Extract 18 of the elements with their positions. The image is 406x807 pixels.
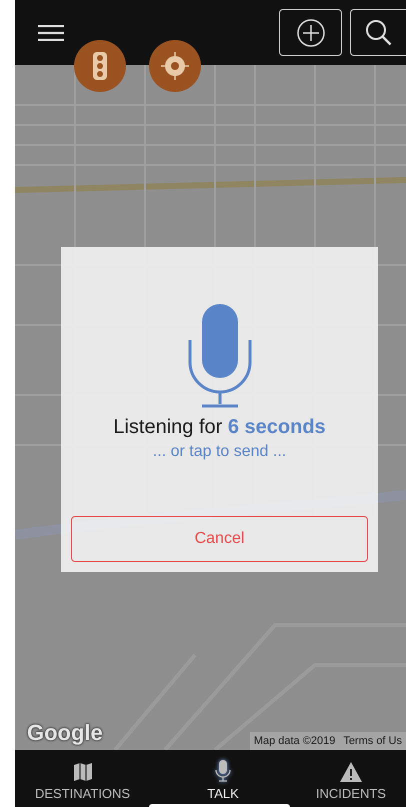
add-button[interactable] (279, 9, 342, 56)
traffic-light-icon (90, 52, 110, 80)
search-icon (364, 18, 394, 48)
nav-tab[interactable]: INCIDENTS (296, 750, 406, 807)
microphone-icon (215, 760, 232, 782)
listening-text: Listening for 6 seconds (113, 416, 326, 439)
nav-tab[interactable]: TALK (187, 750, 259, 807)
map-attribution: Map data ©2019 (250, 732, 340, 750)
crosshair-icon (160, 51, 190, 81)
microphone-icon (188, 304, 252, 410)
nav-tab[interactable]: DESTINATIONS (15, 750, 150, 807)
map-icon (72, 762, 93, 782)
search-button[interactable] (350, 9, 406, 56)
terms-link[interactable]: Terms of Us (339, 732, 406, 750)
menu-icon[interactable] (38, 24, 64, 40)
plus-circle-icon (296, 18, 326, 48)
map-logo: Google (27, 720, 103, 746)
warning-icon (340, 762, 362, 782)
